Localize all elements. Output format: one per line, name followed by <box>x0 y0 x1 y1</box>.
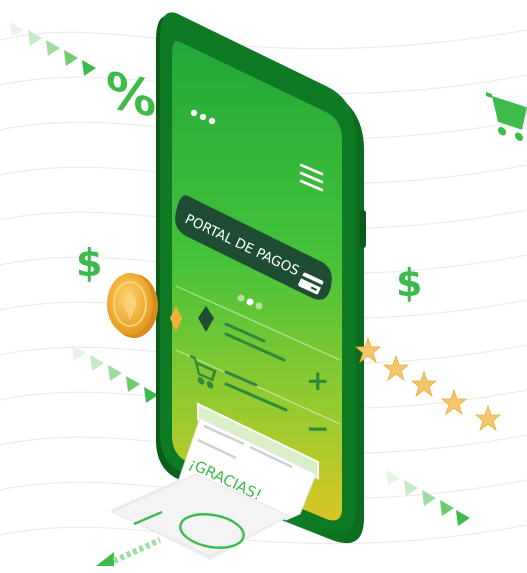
triangle-trail-left <box>72 345 158 403</box>
dollar-icon-left: $ <box>76 241 102 285</box>
gold-coin-icon <box>107 273 158 338</box>
payment-portal-illustration: % $ $ PORTAL DE PAGOS + − ¡GRACIAS! <box>0 12 527 566</box>
star-icon <box>474 404 502 432</box>
triangle-trail-top-left <box>10 22 96 76</box>
minus-icon[interactable]: − <box>306 412 329 445</box>
rating-stars <box>354 336 502 432</box>
star-icon <box>410 370 438 398</box>
star-icon <box>440 388 468 416</box>
percent-icon: % <box>106 60 156 129</box>
arrow-bottom-left <box>96 537 162 566</box>
shopping-cart-icon <box>486 92 527 141</box>
plus-icon[interactable]: + <box>306 364 329 397</box>
star-icon <box>382 354 410 382</box>
triangle-trail-bottom-right <box>386 470 470 526</box>
dollar-icon-right: $ <box>396 261 422 305</box>
